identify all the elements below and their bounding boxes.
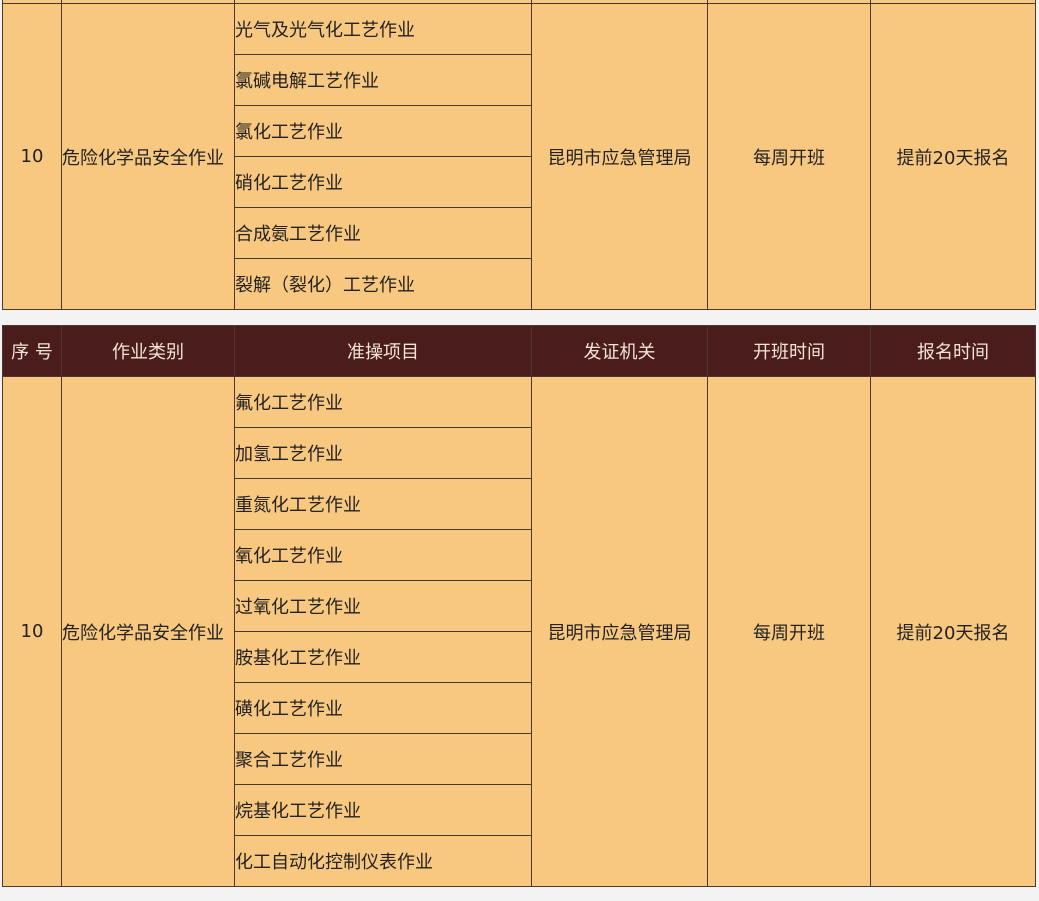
item-cell: 氯碱电解工艺作业: [234, 54, 532, 106]
header-category: 作业类别: [61, 325, 235, 377]
page: 10 危险化学品安全作业 光气及光气化工艺作业 昆明市应急管理局 每周开班 提前…: [0, 0, 1039, 901]
item-cell: 裂解（裂化）工艺作业: [234, 258, 532, 310]
item-cell: 磺化工艺作业: [234, 682, 532, 734]
row-number: 10: [2, 3, 62, 310]
header-no: 序 号: [2, 325, 62, 377]
table-header-row: 序 号 作业类别 准操项目 发证机关 开班时间 报名时间: [2, 325, 1036, 377]
table-bottom: 序 号 作业类别 准操项目 发证机关 开班时间 报名时间 10 危险化学品安全作…: [2, 325, 1036, 887]
item-cell: 氧化工艺作业: [234, 529, 532, 581]
issuer-cell: 昆明市应急管理局: [531, 3, 708, 310]
table-top: 10 危险化学品安全作业 光气及光气化工艺作业 昆明市应急管理局 每周开班 提前…: [2, 0, 1036, 310]
class-time-cell: 每周开班: [707, 3, 871, 310]
item-cell: 合成氨工艺作业: [234, 207, 532, 259]
item-cell: 光气及光气化工艺作业: [234, 3, 532, 55]
header-issuer: 发证机关: [531, 325, 708, 377]
item-cell: 硝化工艺作业: [234, 156, 532, 208]
category-cell: 危险化学品安全作业: [61, 376, 235, 887]
header-register-time: 报名时间: [870, 325, 1036, 377]
item-cell: 化工自动化控制仪表作业: [234, 835, 532, 887]
header-item: 准操项目: [234, 325, 532, 377]
table-row: 10 危险化学品安全作业 光气及光气化工艺作业 昆明市应急管理局 每周开班 提前…: [2, 3, 1036, 310]
item-cell: 重氮化工艺作业: [234, 478, 532, 530]
register-time-cell: 提前20天报名: [870, 376, 1036, 887]
issuer-cell: 昆明市应急管理局: [531, 376, 708, 887]
item-cell: 烷基化工艺作业: [234, 784, 532, 836]
item-cell: 胺基化工艺作业: [234, 631, 532, 683]
item-cell: 加氢工艺作业: [234, 427, 532, 479]
category-cell: 危险化学品安全作业: [61, 3, 235, 310]
item-cell: 氟化工艺作业: [234, 376, 532, 428]
row-number: 10: [2, 376, 62, 887]
item-cell: 聚合工艺作业: [234, 733, 532, 785]
register-time-cell: 提前20天报名: [870, 3, 1036, 310]
item-cell: 氯化工艺作业: [234, 105, 532, 157]
table-row: 10 危险化学品安全作业 氟化工艺作业 昆明市应急管理局 每周开班 提前20天报…: [2, 376, 1036, 887]
class-time-cell: 每周开班: [707, 376, 871, 887]
item-cell: 过氧化工艺作业: [234, 580, 532, 632]
header-class-time: 开班时间: [707, 325, 871, 377]
